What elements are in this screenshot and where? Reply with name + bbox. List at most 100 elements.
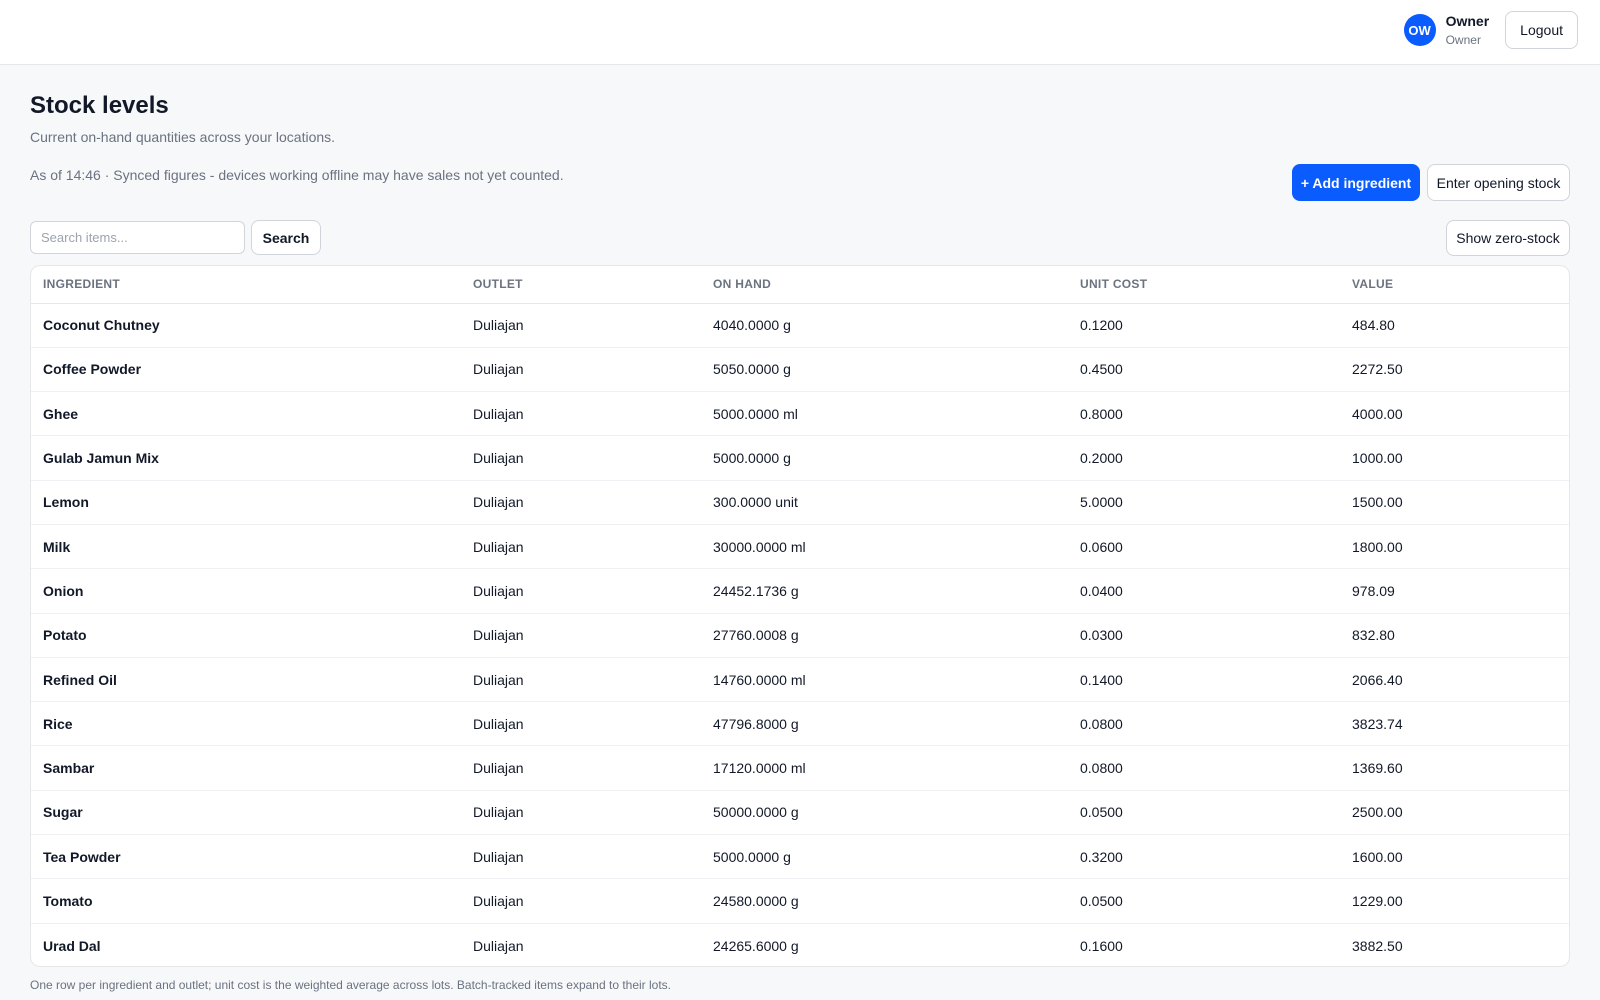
outlet-cell: Duliajan — [461, 435, 701, 481]
top-bar: OW Owner Owner Logout — [0, 0, 1600, 65]
table-footnote: One row per ingredient and outlet; unit … — [30, 978, 672, 992]
on-hand-cell: 300.0000 unit — [701, 480, 1068, 525]
ingredient-cell: Tomato — [31, 878, 461, 924]
table-row[interactable]: Sugar Duliajan 50000.0000 g 0.0500 2500.… — [31, 790, 1569, 836]
outlet-cell: Duliajan — [461, 303, 701, 348]
unit-cost-cell: 0.3200 — [1068, 834, 1340, 880]
search-button[interactable]: Search — [251, 220, 321, 255]
table-row[interactable]: Coffee Powder Duliajan 5050.0000 g 0.450… — [31, 347, 1569, 393]
unit-cost-cell: 0.0600 — [1068, 524, 1340, 570]
unit-cost-cell: 0.0800 — [1068, 745, 1340, 791]
column-header-on-hand: ON HAND — [701, 266, 1068, 304]
user-name: Owner — [1445, 12, 1490, 29]
outlet-cell: Duliajan — [461, 347, 701, 393]
ingredient-cell: Ghee — [31, 391, 461, 437]
table-row[interactable]: Rice Duliajan 47796.8000 g 0.0800 3823.7… — [31, 701, 1569, 747]
unit-cost-cell: 0.4500 — [1068, 347, 1340, 393]
outlet-cell: Duliajan — [461, 878, 701, 924]
ingredient-cell: Rice — [31, 701, 461, 747]
value-cell: 1369.60 — [1340, 745, 1569, 791]
value-cell: 484.80 — [1340, 303, 1569, 348]
table-row[interactable]: Ghee Duliajan 5000.0000 ml 0.8000 4000.0… — [31, 391, 1569, 437]
value-cell: 1800.00 — [1340, 524, 1569, 570]
on-hand-cell: 14760.0000 ml — [701, 657, 1068, 703]
show-zero-stock-button[interactable]: Show zero-stock — [1446, 220, 1570, 256]
page-title: Stock levels — [30, 92, 169, 119]
value-cell: 978.09 — [1340, 568, 1569, 614]
on-hand-cell: 5000.0000 g — [701, 435, 1068, 481]
unit-cost-cell: 0.8000 — [1068, 391, 1340, 437]
enter-opening-stock-button[interactable]: Enter opening stock — [1427, 164, 1570, 201]
outlet-cell: Duliajan — [461, 657, 701, 703]
unit-cost-cell: 0.0800 — [1068, 701, 1340, 747]
column-header-ingredient: INGREDIENT — [31, 266, 461, 304]
value-cell: 1229.00 — [1340, 878, 1569, 924]
ingredient-cell: Gulab Jamun Mix — [31, 435, 461, 481]
outlet-cell: Duliajan — [461, 568, 701, 614]
ingredient-cell: Milk — [31, 524, 461, 570]
outlet-cell: Duliajan — [461, 834, 701, 880]
unit-cost-cell: 0.1200 — [1068, 303, 1340, 348]
unit-cost-cell: 0.0300 — [1068, 613, 1340, 658]
stock-table: INGREDIENT OUTLET ON HAND UNIT COST VALU… — [31, 266, 1569, 966]
table-row[interactable]: Potato Duliajan 27760.0008 g 0.0300 832.… — [31, 613, 1569, 658]
outlet-cell: Duliajan — [461, 701, 701, 747]
table-row[interactable]: Refined Oil Duliajan 14760.0000 ml 0.140… — [31, 657, 1569, 703]
on-hand-cell: 27760.0008 g — [701, 613, 1068, 658]
value-cell: 2066.40 — [1340, 657, 1569, 703]
on-hand-cell: 24580.0000 g — [701, 878, 1068, 924]
on-hand-cell: 30000.0000 ml — [701, 524, 1068, 570]
on-hand-cell: 5000.0000 ml — [701, 391, 1068, 437]
value-cell: 2500.00 — [1340, 790, 1569, 836]
column-header-value: VALUE — [1340, 266, 1569, 304]
user-role: Owner — [1445, 32, 1481, 47]
value-cell: 4000.00 — [1340, 391, 1569, 437]
on-hand-cell: 5000.0000 g — [701, 834, 1068, 880]
unit-cost-cell: 5.0000 — [1068, 480, 1340, 525]
table-row[interactable]: Tomato Duliajan 24580.0000 g 0.0500 1229… — [31, 878, 1569, 924]
value-cell: 3882.50 — [1352, 937, 1403, 954]
unit-cost-cell: 0.1600 — [1080, 937, 1123, 954]
table-row[interactable]: Onion Duliajan 24452.1736 g 0.0400 978.0… — [31, 568, 1569, 614]
table-row[interactable]: Urad Dal Duliajan 24265.6000 g 0.1600 38… — [31, 923, 1569, 966]
outlet-cell: Duliajan — [461, 745, 701, 791]
page-subtitle: Current on-hand quantities across your l… — [30, 129, 336, 145]
on-hand-cell: 47796.8000 g — [701, 701, 1068, 747]
on-hand-cell: 4040.0000 g — [701, 303, 1068, 348]
on-hand-cell: 24265.6000 g — [713, 937, 799, 954]
table-row[interactable]: Lemon Duliajan 300.0000 unit 5.0000 1500… — [31, 480, 1569, 525]
user-info: Owner Owner — [1446, 13, 1490, 48]
add-ingredient-button[interactable]: + Add ingredient — [1292, 164, 1420, 201]
outlet-cell: Duliajan — [473, 937, 524, 954]
table-row[interactable]: Coconut Chutney Duliajan 4040.0000 g 0.1… — [31, 303, 1569, 348]
value-cell: 2272.50 — [1340, 347, 1569, 393]
on-hand-cell: 24452.1736 g — [701, 568, 1068, 614]
unit-cost-cell: 0.2000 — [1068, 435, 1340, 481]
ingredient-cell: Tea Powder — [31, 834, 461, 880]
ingredient-cell: Urad Dal — [43, 937, 101, 954]
on-hand-cell: 50000.0000 g — [701, 790, 1068, 836]
unit-cost-cell: 0.1400 — [1068, 657, 1340, 703]
ingredient-cell: Lemon — [31, 480, 461, 525]
value-cell: 1600.00 — [1340, 834, 1569, 880]
ingredient-cell: Potato — [31, 613, 461, 658]
stock-table-container: INGREDIENT OUTLET ON HAND UNIT COST VALU… — [30, 265, 1570, 967]
table-row[interactable]: Milk Duliajan 30000.0000 ml 0.0600 1800.… — [31, 524, 1569, 570]
ingredient-cell: Refined Oil — [31, 657, 461, 703]
ingredient-cell: Coffee Powder — [31, 347, 461, 393]
logout-button[interactable]: Logout — [1505, 11, 1578, 49]
value-cell: 3823.74 — [1340, 701, 1569, 747]
avatar[interactable]: OW — [1403, 14, 1436, 46]
value-cell: 832.80 — [1340, 613, 1569, 658]
on-hand-cell: 5050.0000 g — [701, 347, 1068, 393]
table-row[interactable]: Gulab Jamun Mix Duliajan 5000.0000 g 0.2… — [31, 435, 1569, 481]
table-header-row: INGREDIENT OUTLET ON HAND UNIT COST VALU… — [31, 266, 1569, 304]
column-header-outlet: OUTLET — [461, 266, 701, 304]
table-row[interactable]: Tea Powder Duliajan 5000.0000 g 0.3200 1… — [31, 834, 1569, 880]
table-row[interactable]: Sambar Duliajan 17120.0000 ml 0.0800 136… — [31, 745, 1569, 791]
ingredient-cell: Sambar — [31, 745, 461, 791]
unit-cost-cell: 0.0400 — [1068, 568, 1340, 614]
column-header-unit-cost: UNIT COST — [1068, 266, 1340, 304]
ingredient-cell: Onion — [31, 568, 461, 614]
search-input[interactable] — [30, 221, 245, 254]
